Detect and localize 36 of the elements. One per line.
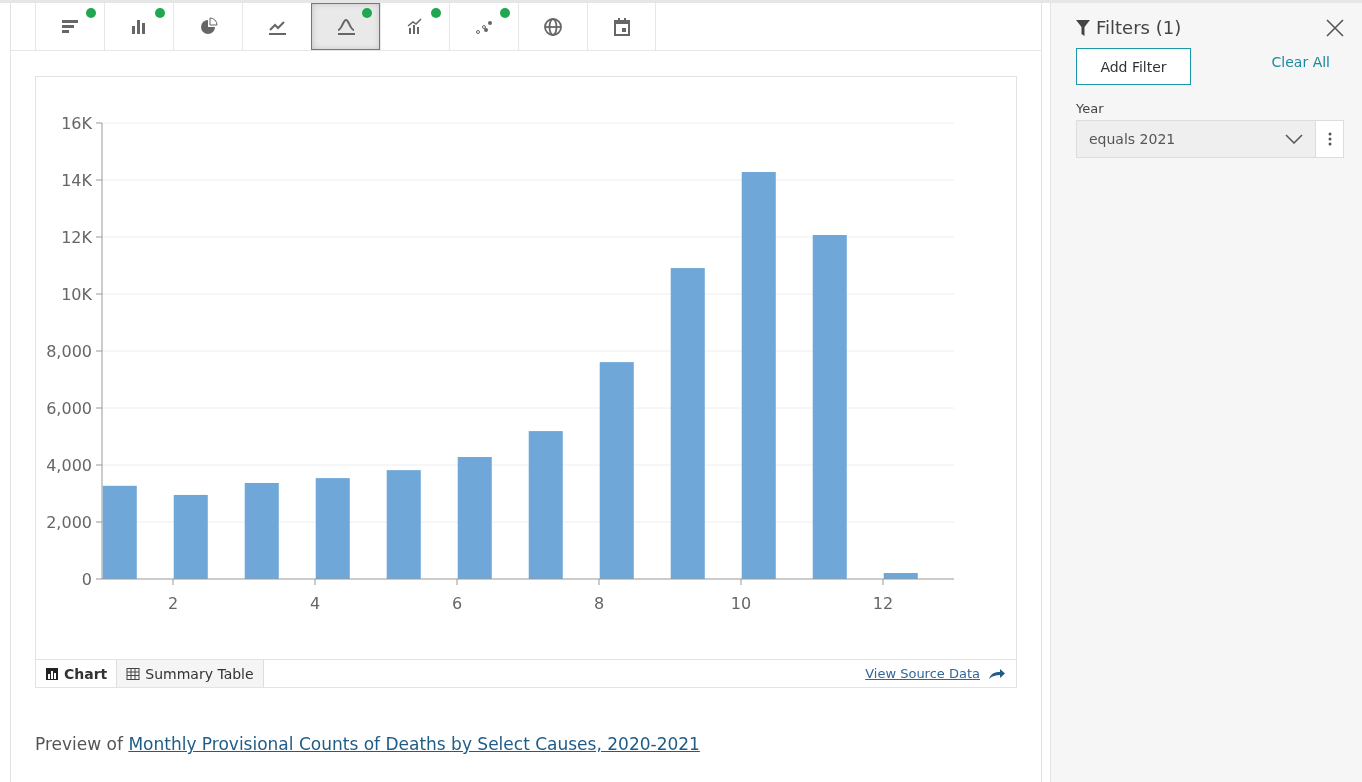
close-icon[interactable] <box>1326 18 1344 37</box>
y-tick-label: 8,000 <box>46 342 92 361</box>
vertical-dots-icon <box>1327 132 1332 146</box>
y-tick-label: 16K <box>61 114 92 133</box>
share-arrow-icon <box>988 667 1006 680</box>
dataset-link[interactable]: Monthly Provisional Counts of Deaths by Select Causes, 2020-2021 <box>128 734 700 754</box>
y-tick-label: 6,000 <box>46 399 92 418</box>
y-tick-label: 0 <box>81 570 92 589</box>
y-tick-label: 2,000 <box>46 513 92 532</box>
bell-curve-icon <box>335 16 357 37</box>
view-tab[interactable]: Summary Table <box>117 660 264 687</box>
x-tick-label: 12 <box>872 594 894 613</box>
y-tick-label: 12K <box>61 228 92 247</box>
bar <box>883 573 918 579</box>
y-tick-label: 14K <box>61 171 92 190</box>
y-tick-label: 10K <box>61 285 92 304</box>
filter-label: Year <box>1076 101 1105 116</box>
view-source-link[interactable]: View Source Data <box>865 660 1016 687</box>
add-filter-button[interactable]: Add Filter <box>1076 48 1191 85</box>
y-tick-label: 4,000 <box>46 456 92 475</box>
chart-type-button[interactable] <box>587 3 656 50</box>
table-icon <box>126 666 141 681</box>
x-tick-label: 6 <box>451 594 463 613</box>
filter-icon <box>1076 19 1090 36</box>
chart-type-button[interactable] <box>311 3 380 50</box>
filter-select[interactable]: equals 2021 <box>1076 120 1316 158</box>
bar-chart-icon <box>45 666 59 681</box>
preview-caption: Preview of Monthly Provisional Counts of Deaths by Select Causes, 2020-2021 <box>35 734 701 754</box>
x-tick-label: 8 <box>593 594 605 613</box>
globe-icon <box>542 16 564 37</box>
x-tick-label: 4 <box>309 594 321 613</box>
x-tick-label: 2 <box>167 594 179 613</box>
filters-title: Filters (1) <box>1096 17 1182 38</box>
clear-all-link[interactable]: Clear All <box>1271 53 1330 70</box>
x-tick-label: 10 <box>730 594 752 613</box>
chevron-down-icon <box>1285 134 1303 144</box>
